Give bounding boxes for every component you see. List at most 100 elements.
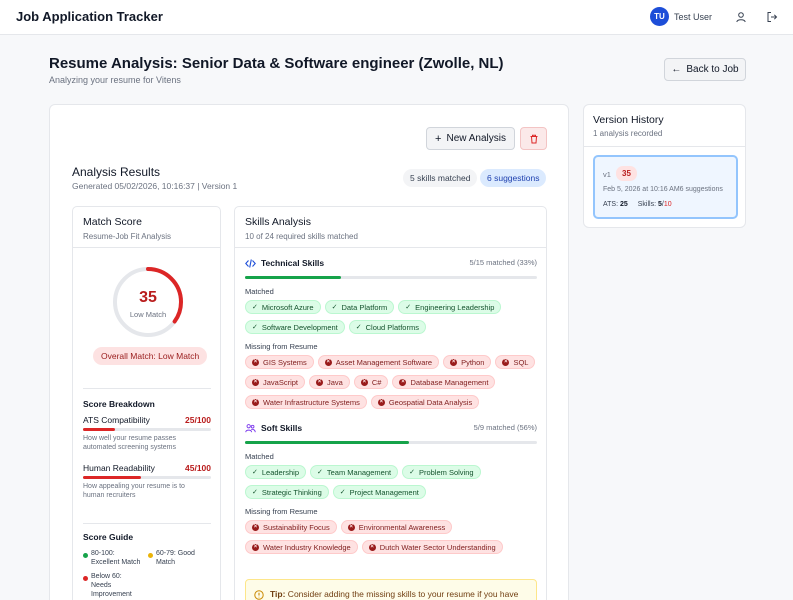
back-to-job-button[interactable]: ← Back to Job — [664, 58, 746, 81]
category-name: Technical Skills — [261, 258, 325, 268]
analysis-card: + New Analysis Analysis Results Generate… — [49, 104, 569, 600]
guide-dot-green — [83, 553, 88, 558]
missing-skill-tag: × Water Infrastructure Systems — [245, 395, 367, 409]
overall-match-badge: Overall Match: Low Match — [93, 347, 208, 365]
soft-progress-bar — [245, 441, 537, 444]
match-score-card: Match Score Resume-Job Fit Analysis 35 L… — [72, 206, 221, 600]
skill-label: Cloud Platforms — [365, 322, 419, 332]
x-circle-icon: × — [399, 378, 407, 386]
skill-label: Leadership — [261, 467, 299, 477]
score-guide-title: Score Guide — [83, 532, 134, 542]
delete-analysis-button[interactable] — [520, 127, 547, 150]
missing-skill-tag: × Python — [443, 355, 492, 369]
matched-skill-tag: ✓ Microsoft Azure — [245, 300, 321, 314]
skill-label: Java — [327, 377, 343, 387]
skill-label: Microsoft Azure — [261, 302, 314, 312]
user-name[interactable]: Test User — [674, 12, 712, 22]
avatar[interactable]: TU — [649, 7, 669, 26]
human-readability-item: Human Readability 45/100 How appealing y… — [83, 463, 211, 500]
matched-skill-tag: ✓ Engineering Leadership — [398, 300, 502, 314]
results-title: Analysis Results — [72, 165, 161, 179]
tip-body: Consider adding the missing skills to yo… — [287, 589, 519, 599]
skills-total-value: 10 — [663, 201, 672, 208]
breakdown-value: 45/100 — [185, 463, 211, 473]
progress-fill — [83, 476, 141, 479]
breakdown-description: How appealing your resume is to human re… — [83, 482, 211, 500]
progress-fill — [245, 441, 409, 444]
skill-label: Environmental Awareness — [358, 522, 446, 532]
skill-label: C# — [371, 377, 382, 387]
check-icon: ✓ — [405, 304, 412, 311]
version-item[interactable]: v1 35 Feb 5, 2026 at 10:16 AM6 suggestio… — [593, 155, 738, 219]
x-circle-icon: × — [252, 378, 259, 386]
results-generated: Generated 05/02/2026, 10:16:37 | Version… — [72, 181, 238, 191]
progress-bar — [83, 428, 211, 431]
technical-progress-bar — [245, 276, 537, 279]
app-title[interactable]: Job Application Tracker — [16, 9, 163, 24]
skills-label: Skills: — [637, 201, 657, 208]
skill-label: GIS Systems — [263, 357, 307, 367]
ats-label: ATS: — [603, 201, 619, 208]
skills-analysis-card: Skills Analysis 10 of 24 required skills… — [234, 206, 547, 600]
check-icon: ✓ — [252, 489, 258, 496]
guide-good: 60-79: Good Match — [156, 549, 195, 567]
progress-fill — [83, 428, 115, 431]
suggestions-badge[interactable]: 6 suggestions — [480, 169, 547, 187]
code-icon — [245, 258, 256, 269]
version-date: Feb 5, 2026 at 10:16 AM6 suggestions — [603, 186, 723, 193]
progress-bar — [83, 476, 211, 479]
check-icon: ✓ — [355, 324, 362, 331]
match-score-title: Match Score — [83, 216, 142, 228]
new-analysis-label: New Analysis — [446, 133, 506, 144]
matched-skill-tag: ✓ Problem Solving — [402, 465, 481, 479]
version-suggestions: 6 suggestions — [679, 186, 723, 193]
score-breakdown-title: Score Breakdown — [83, 399, 155, 409]
match-score-subtitle: Resume-Job Fit Analysis — [83, 232, 172, 241]
matched-label: Matched — [245, 287, 274, 296]
skill-label: Python — [461, 357, 485, 367]
lightbulb-icon — [254, 590, 264, 600]
match-score-value: 35 — [139, 289, 157, 306]
guide-excellent: 80-100: Excellent Match — [91, 549, 140, 567]
match-score-label: Low Match — [129, 310, 167, 319]
page-subtitle: Analyzing your resume for Vitens — [49, 75, 181, 85]
x-circle-icon: × — [450, 358, 458, 366]
skill-label: SQL — [513, 357, 529, 367]
breakdown-description: How well your resume passes automated sc… — [83, 434, 211, 452]
version-history-title: Version History — [593, 114, 664, 126]
skill-label: Sustainability Focus — [263, 522, 330, 532]
missing-skill-tag: × Geospatial Data Analysis — [370, 395, 480, 409]
ats-compatibility-item: ATS Compatibility 25/100 How well your r… — [83, 415, 211, 452]
skill-label: Water Industry Knowledge — [263, 542, 351, 552]
missing-skill-tag: × Dutch Water Sector Understanding — [361, 540, 503, 554]
skill-label: Problem Solving — [418, 467, 474, 477]
breakdown-label: ATS Compatibility — [83, 415, 150, 425]
breakdown-desc-line: How appealing your resume is to — [83, 483, 185, 490]
user-profile-icon[interactable] — [734, 10, 748, 24]
missing-skill-tag: × Sustainability Focus — [245, 520, 337, 534]
divider — [584, 146, 745, 147]
logout-icon[interactable] — [765, 10, 779, 24]
check-icon: ✓ — [252, 469, 258, 476]
back-to-job-label: Back to Job — [686, 64, 739, 75]
matched-skill-tag: ✓ Cloud Platforms — [348, 320, 426, 334]
missing-skill-tag: × Environmental Awareness — [340, 520, 453, 534]
missing-label: Missing from Resume — [245, 507, 318, 516]
missing-label: Missing from Resume — [245, 342, 318, 351]
new-analysis-button[interactable]: + New Analysis — [426, 127, 515, 150]
guide-line: Below 60: — [91, 573, 122, 580]
guide-dot-red — [83, 576, 88, 581]
skill-label: Team Management — [326, 467, 392, 477]
check-icon: ✓ — [339, 489, 346, 496]
trash-icon — [530, 134, 537, 143]
check-icon: ✓ — [252, 324, 258, 331]
top-bar: Job Application Tracker TU Test User — [0, 0, 793, 35]
version-date-text: Feb 5, 2026 at 10:16 AM — [603, 186, 680, 193]
matched-skill-tag: ✓ Leadership — [245, 465, 306, 479]
guide-line: Needs — [91, 582, 112, 589]
version-history-card: Version History 1 analysis recorded v1 3… — [583, 104, 746, 228]
page-title: Resume Analysis: Senior Data & Software … — [49, 55, 504, 72]
technical-missing-tags: × GIS Systems × Asset Management Software × P… — [245, 355, 541, 415]
skill-label: Strategic Thinking — [261, 487, 322, 497]
version-stats: ATS: 25 Skills: 5/10 — [603, 201, 672, 208]
